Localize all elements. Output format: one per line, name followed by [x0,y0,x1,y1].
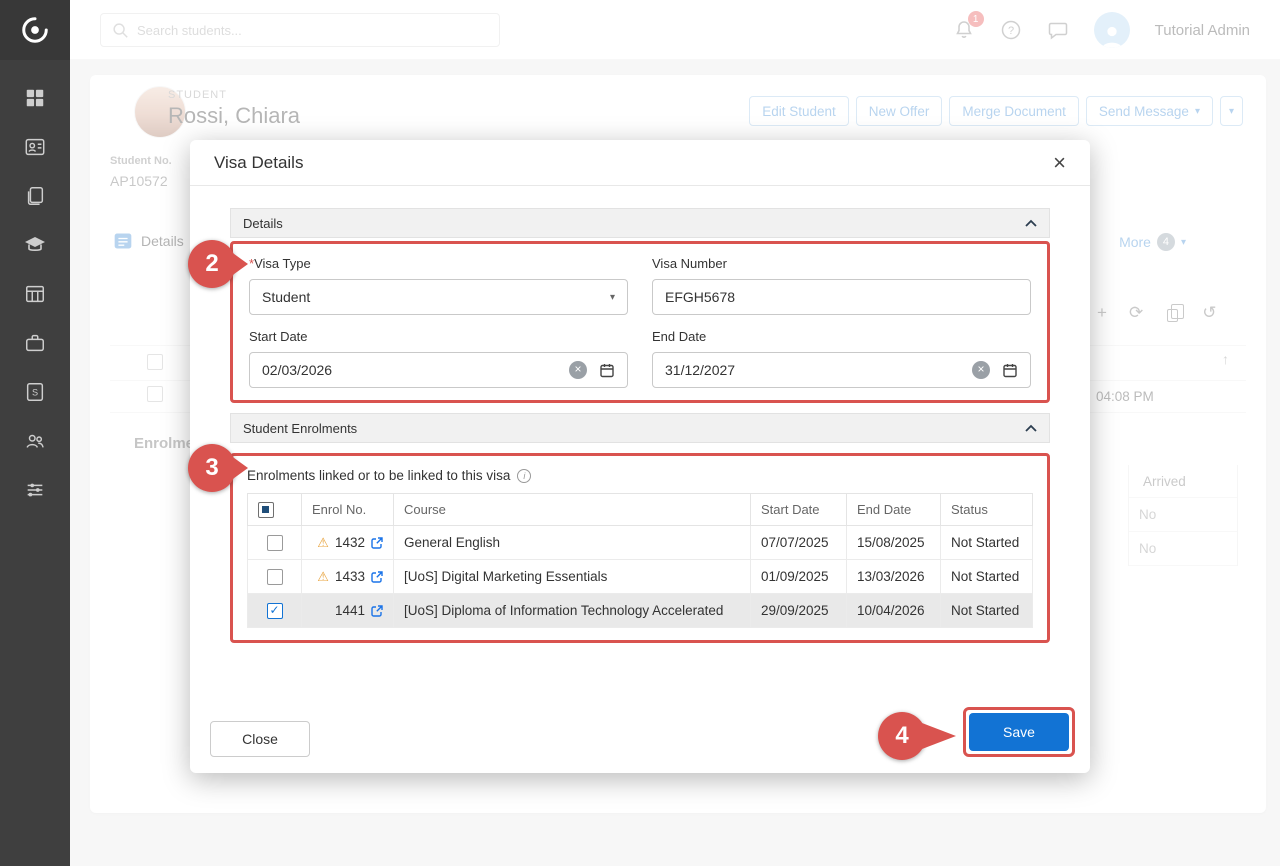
cell-course: [UoS] Digital Marketing Essentials [394,560,751,594]
cell-end-date: 15/08/2025 [847,526,941,560]
app-logo-icon [20,15,50,45]
annotation-box-step2: *Visa Type Student ▾ Visa Number Star [230,241,1050,403]
row-checkbox[interactable] [267,569,283,585]
cell-start-date: 07/07/2025 [751,526,847,560]
column-header-status[interactable]: Status [941,494,1033,526]
visa-details-modal: Visa Details × Details *Visa Type Studen… [190,140,1090,773]
annotation-arrow [922,723,956,749]
date-picker-button[interactable] [1002,362,1018,378]
annotation-step-3: 3 [188,444,248,492]
cell-start-date: 01/09/2025 [751,560,847,594]
sidebar-item-documents[interactable] [23,184,47,208]
cell-status: Not Started [941,594,1033,628]
row-checkbox[interactable] [267,603,283,619]
visa-type-field: *Visa Type Student ▾ [249,256,628,315]
start-date-input[interactable] [262,362,569,378]
sidebar-item-settings[interactable] [23,478,47,502]
sidebar-item-courses[interactable] [23,233,47,257]
visa-number-input[interactable] [665,289,1018,305]
graduation-cap-icon [23,233,47,257]
cell-end-date: 13/03/2026 [847,560,941,594]
enrolment-row[interactable]: ⚠1433 [UoS] Digital Marketing Essentials… [248,560,1033,594]
cell-status: Not Started [941,560,1033,594]
annotation-box-step3: Enrolments linked or to be linked to thi… [230,453,1050,643]
sidebar-item-subjects[interactable]: S [23,380,47,404]
contact-card-icon [24,136,46,158]
briefcase-icon [24,332,46,354]
external-link-icon [371,605,383,617]
visa-number-field: Visa Number [652,256,1031,315]
sidebar-nav: S [0,60,70,502]
annotation-step-2: 2 [188,240,248,288]
end-date-label: End Date [652,329,1031,344]
enrol-link[interactable]: ⚠1432 [312,535,383,551]
svg-text:S: S [32,388,38,398]
external-link-icon [371,571,383,583]
annotation-arrow [230,455,248,481]
close-button[interactable]: Close [210,721,310,757]
save-button[interactable]: Save [969,713,1069,751]
warning-icon: ⚠ [317,569,329,585]
screen: S 1 ? [0,0,1280,866]
calendar-icon [599,362,615,378]
column-header-end-date[interactable]: End Date [847,494,941,526]
select-all-checkbox[interactable] [258,502,274,518]
sliders-icon [24,479,46,501]
calendar-icon [1002,362,1018,378]
chevron-up-icon [1025,424,1037,432]
enrol-link[interactable]: ⚠1441 [312,603,383,619]
cell-course: [UoS] Diploma of Information Technology … [394,594,751,628]
enrolments-table: Enrol No. Course Start Date End Date Sta… [247,493,1033,628]
end-date-field: End Date × [652,329,1031,388]
enrolment-row[interactable]: ⚠1441 [UoS] Diploma of Information Techn… [248,594,1033,628]
column-header-course[interactable]: Course [394,494,751,526]
cell-end-date: 10/04/2026 [847,594,941,628]
column-header-start-date[interactable]: Start Date [751,494,847,526]
table-icon [24,283,46,305]
sidebar-item-dashboard[interactable] [23,86,47,110]
modal-header: Visa Details × [190,140,1090,186]
clear-date-button[interactable]: × [569,361,587,379]
sidebar-item-groups[interactable] [23,429,47,453]
external-link-icon [371,537,383,549]
section-header-details[interactable]: Details [230,208,1050,238]
sidebar-item-contacts[interactable] [23,135,47,159]
visa-type-select[interactable]: Student ▾ [249,279,628,315]
people-icon [24,430,46,452]
clear-date-button[interactable]: × [972,361,990,379]
enrolment-row[interactable]: ⚠1432 General English 07/07/2025 15/08/2… [248,526,1033,560]
modal-title: Visa Details [214,153,303,173]
warning-icon: ⚠ [317,535,329,551]
info-icon: i [517,469,531,483]
row-checkbox[interactable] [267,535,283,551]
annotation-step-4: 4 [878,712,956,760]
column-header-enrol-no[interactable]: Enrol No. [302,494,394,526]
cell-course: General English [394,526,751,560]
enrol-link[interactable]: ⚠1433 [312,569,383,585]
visa-number-label: Visa Number [652,256,1031,271]
modal-body: Details *Visa Type Student ▾ Visa Number [190,186,1090,643]
sidebar: S [0,0,70,866]
annotation-arrow [230,251,248,277]
app-logo[interactable] [0,0,70,60]
enrolments-caption: Enrolments linked or to be linked to thi… [247,468,1033,483]
sidebar-item-workspace[interactable] [23,331,47,355]
sidebar-item-tables[interactable] [23,282,47,306]
modal-close-button[interactable]: × [1053,152,1066,174]
visa-type-label: *Visa Type [249,256,628,271]
dashboard-icon [24,87,46,109]
section-header-student-enrolments[interactable]: Student Enrolments [230,413,1050,443]
cell-start-date: 29/09/2025 [751,594,847,628]
end-date-input[interactable] [665,362,972,378]
start-date-label: Start Date [249,329,628,344]
start-date-field: Start Date × [249,329,628,388]
documents-icon [24,185,46,207]
cell-status: Not Started [941,526,1033,560]
subjects-icon: S [24,381,46,403]
caret-down-icon: ▾ [610,292,615,303]
date-picker-button[interactable] [599,362,615,378]
chevron-up-icon [1025,219,1037,227]
annotation-box-step4: Save [963,707,1075,757]
